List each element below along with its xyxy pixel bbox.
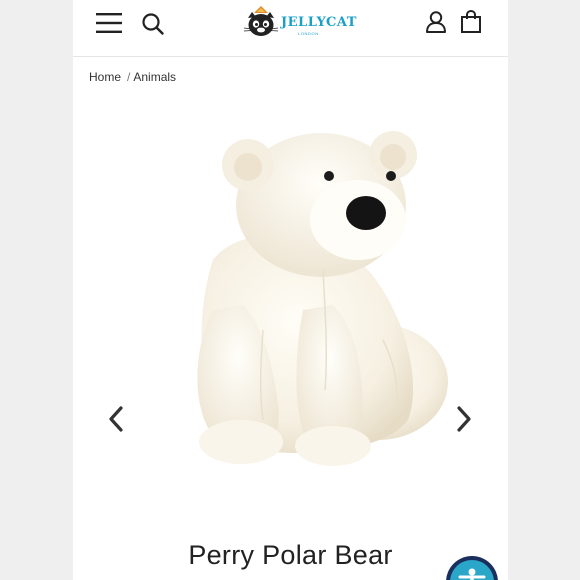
product-title: Perry Polar Bear [188, 540, 393, 570]
accessibility-button-inner [450, 560, 494, 580]
previous-image-arrow-icon[interactable] [105, 404, 127, 434]
brand-subtitle: LONDON [298, 31, 319, 36]
breadcrumb-separator: / [127, 70, 131, 84]
next-image-arrow-icon[interactable] [453, 404, 475, 434]
breadcrumb-animals-link[interactable]: Animals [133, 70, 176, 84]
cat-mascot-icon [243, 6, 279, 36]
jellycat-logo[interactable]: JELLYCAT LONDON [241, 4, 356, 44]
search-icon[interactable] [141, 12, 165, 36]
site-header: JELLYCAT LONDON [73, 0, 508, 57]
user-icon[interactable] [425, 10, 447, 34]
brand-name: JELLYCAT [281, 15, 357, 30]
accessibility-person-icon [458, 568, 486, 580]
polar-bear-plush-image[interactable] [153, 110, 453, 480]
product-gallery [73, 100, 508, 530]
product-page: JELLYCAT LONDON Home / Animals Perry Pol… [73, 0, 508, 580]
shopping-bag-icon[interactable] [460, 10, 482, 34]
breadcrumb: Home / Animals [89, 70, 176, 84]
accessibility-button[interactable] [446, 556, 498, 580]
hamburger-menu-icon[interactable] [96, 11, 124, 35]
breadcrumb-home-link[interactable]: Home [89, 70, 121, 84]
